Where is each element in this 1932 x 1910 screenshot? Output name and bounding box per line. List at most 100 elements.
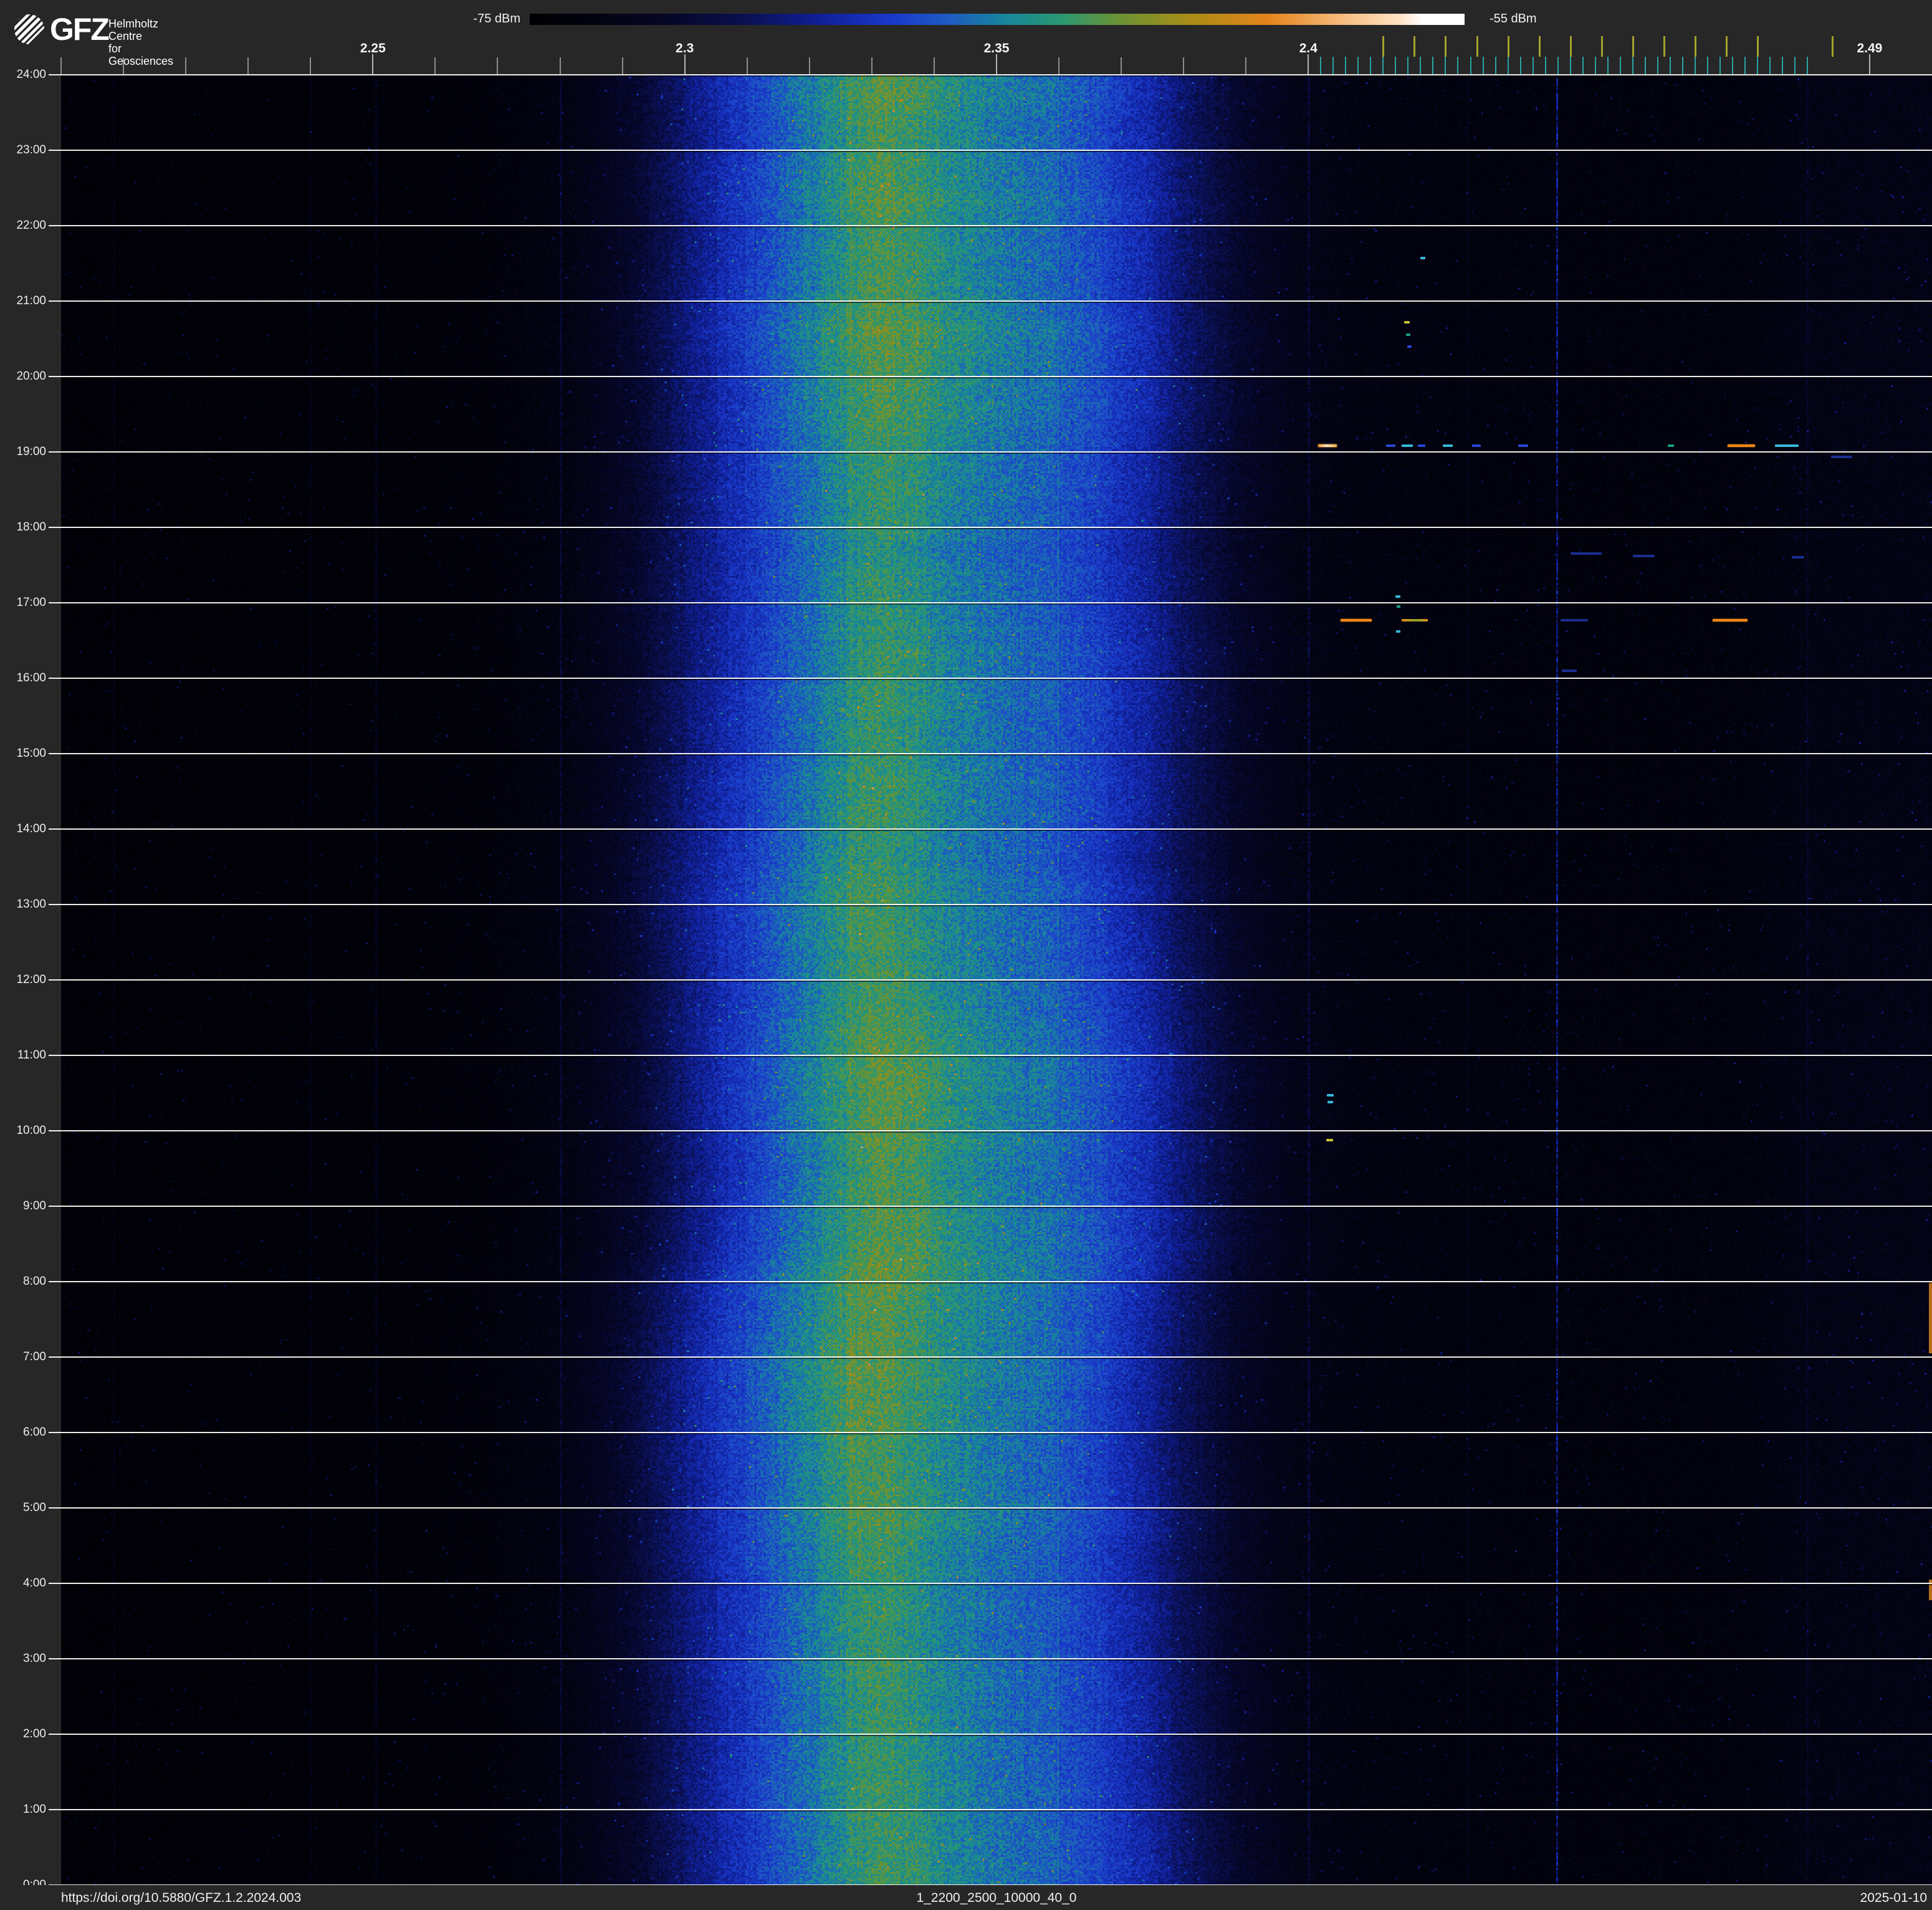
rf-burst-event: [1404, 321, 1410, 324]
rf-burst-event: [1668, 444, 1674, 447]
wifi-channel-tick: [1601, 36, 1603, 57]
spectrogram-plot: [61, 75, 1932, 1885]
ble-channel-tick: [1719, 57, 1721, 74]
time-label: 12:00: [0, 973, 46, 987]
colorbar-max-label: -55 dBm: [1490, 12, 1537, 25]
ble-channel-tick: [1632, 57, 1633, 74]
dataset-id: 1_2200_2500_10000_40_0: [61, 1885, 1932, 1910]
ble-channel-tick: [1582, 57, 1584, 74]
ble-channel-tick: [1357, 57, 1359, 74]
time-label: 3:00: [0, 1652, 46, 1666]
freq-major-tick: [372, 54, 373, 74]
rf-burst-event: [1407, 345, 1412, 348]
freq-minor-tick: [1183, 57, 1184, 74]
time-tick: [49, 602, 61, 603]
gfz-org-line2: for Geosciences: [108, 42, 173, 67]
time-label: 20:00: [0, 370, 46, 383]
ble-channel-tick: [1670, 57, 1671, 74]
hour-gridline: [61, 678, 1932, 679]
hour-gridline: [61, 1055, 1932, 1056]
colorbar-gradient: [530, 14, 1465, 25]
time-tick: [49, 150, 61, 151]
ble-channel-tick: [1332, 57, 1334, 74]
time-label: 21:00: [0, 294, 46, 308]
ble-channel-tick: [1645, 57, 1646, 74]
wifi-channel-tick: [1382, 36, 1384, 57]
time-label: 23:00: [0, 143, 46, 157]
ble-channel-tick: [1382, 57, 1384, 74]
time-label: 22:00: [0, 219, 46, 233]
freq-minor-tick: [871, 57, 873, 74]
freq-minor-tick: [747, 57, 748, 74]
freq-major-tick: [1869, 54, 1870, 74]
ble-channel-tick: [1370, 57, 1371, 74]
hour-gridline: [61, 451, 1932, 453]
spectrogram-page: GFZ Helmholtz Centre for Geosciences -75…: [0, 0, 1932, 1910]
freq-minor-tick: [934, 57, 935, 74]
rf-burst-event: [1341, 619, 1372, 621]
time-label: 6:00: [0, 1426, 46, 1439]
time-tick: [49, 678, 61, 679]
time-tick: [49, 527, 61, 528]
ble-channel-tick: [1620, 57, 1621, 74]
ble-channel-tick: [1432, 57, 1433, 74]
hour-gridline: [61, 1130, 1932, 1131]
hour-gridline: [61, 300, 1932, 302]
time-tick: [49, 904, 61, 905]
rf-burst-event: [1386, 444, 1395, 447]
wifi-channel-tick: [1695, 36, 1696, 57]
freq-minor-tick: [60, 57, 62, 74]
hour-gridline: [61, 1734, 1932, 1735]
time-tick: [49, 1281, 61, 1282]
rf-burst-event: [1728, 444, 1755, 447]
hour-gridline: [61, 1281, 1932, 1282]
rf-burst-event: [1518, 444, 1528, 447]
time-label: 16:00: [0, 671, 46, 685]
hour-gridline: [61, 1206, 1932, 1207]
freq-minor-tick: [247, 57, 249, 74]
hour-gridline: [61, 1356, 1932, 1358]
wifi-channel-tick: [1570, 36, 1572, 57]
hour-gridline: [61, 979, 1932, 981]
wifi-channel-tick: [1832, 36, 1834, 57]
ble-channel-tick: [1520, 57, 1521, 74]
ble-channel-tick: [1420, 57, 1421, 74]
rf-burst-event: [1406, 334, 1410, 336]
hour-gridline: [61, 1432, 1932, 1433]
time-label: 10:00: [0, 1124, 46, 1138]
freq-minor-tick: [434, 57, 436, 74]
freq-minor-tick: [809, 57, 810, 74]
time-tick: [49, 1432, 61, 1433]
ble-channel-tick: [1607, 57, 1609, 74]
freq-label: 2.4: [1299, 41, 1317, 56]
freq-label: 2.49: [1857, 41, 1882, 56]
hour-gridline: [61, 753, 1932, 754]
hour-gridline: [61, 1507, 1932, 1509]
rf-burst-event: [1443, 444, 1453, 447]
gfz-brand: GFZ: [50, 11, 108, 47]
ble-channel-tick: [1483, 57, 1484, 74]
freq-minor-tick: [185, 57, 186, 74]
hour-gridline: [61, 150, 1932, 151]
edge-signal-mark: [1929, 1282, 1932, 1353]
rf-burst-event: [1561, 619, 1588, 621]
rf-burst-event: [1713, 619, 1748, 621]
ble-channel-tick: [1782, 57, 1783, 74]
date-label: 2025-01-10: [1860, 1885, 1927, 1910]
wifi-channel-tick: [1413, 36, 1415, 57]
ble-channel-tick: [1508, 57, 1509, 74]
time-label: 1:00: [0, 1803, 46, 1816]
freq-label: 2.35: [984, 41, 1010, 56]
rf-burst-event: [1831, 456, 1852, 458]
time-tick: [49, 1356, 61, 1358]
freq-label: 2.25: [360, 41, 386, 56]
time-label: 5:00: [0, 1501, 46, 1515]
wifi-channel-tick: [1476, 36, 1478, 57]
time-label: 24:00: [0, 68, 46, 82]
rf-burst-event: [1402, 619, 1428, 621]
freq-label: 2.3: [676, 41, 694, 56]
ble-channel-tick: [1695, 57, 1696, 74]
hour-gridline: [61, 225, 1932, 226]
ble-channel-tick: [1533, 57, 1534, 74]
ble-channel-tick: [1407, 57, 1408, 74]
